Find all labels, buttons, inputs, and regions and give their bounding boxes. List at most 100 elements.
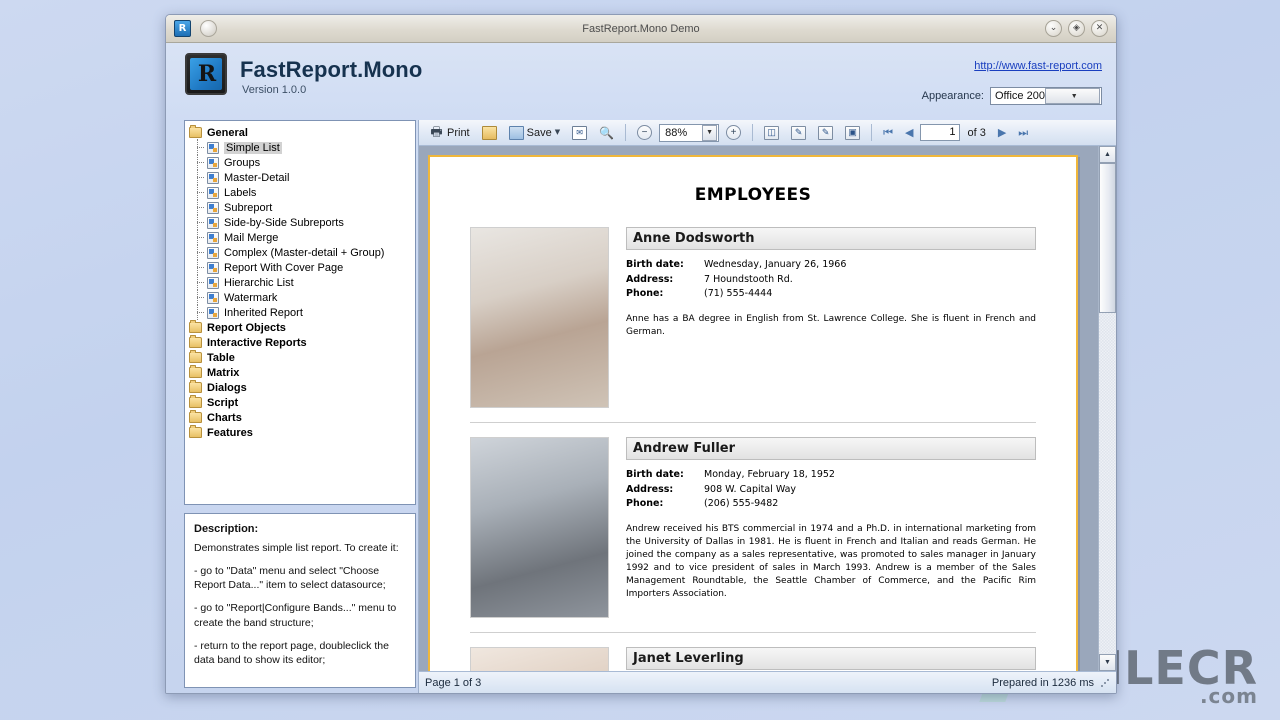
scroll-down-icon[interactable]: ▼ (1099, 654, 1116, 671)
tree-group-label: Interactive Reports (207, 336, 307, 349)
description-paragraph: - return to the report page, doubleclick… (194, 639, 389, 666)
tree-item-side-by-side-subreports[interactable]: Side-by-Side Subreports (185, 214, 415, 230)
tree-group-label: Charts (207, 411, 242, 424)
employee-notes: Andrew received his BTS commercial in 19… (626, 524, 1036, 600)
print-button[interactable]: 🖶 Print (424, 121, 475, 144)
tree-item-watermark[interactable]: Watermark (185, 289, 415, 305)
tree-item-subreport[interactable]: Subreport (185, 199, 415, 215)
toolbar-separator (871, 124, 873, 141)
scroll-up-icon[interactable]: ▲ (1099, 146, 1116, 163)
tree-item-hierarchic-list[interactable]: Hierarchic List (185, 274, 415, 290)
report-icon (207, 231, 219, 244)
photo-anne-dodsworth (470, 227, 609, 408)
save-icon (508, 125, 524, 140)
table-row: Anne Dodsworth Birth date: Wednesday, Janu… (470, 227, 1036, 423)
tree-item-master-detail[interactable]: Master-Detail (185, 169, 415, 185)
description-paragraph: - go to "Report|Configure Bands..." menu… (194, 602, 397, 629)
appearance-select[interactable]: Office 2003 ▼ (990, 87, 1102, 105)
title-bar[interactable]: R FastReport.Mono Demo ⌄ ◈ ✕ (166, 15, 1116, 43)
report-icon (207, 171, 219, 184)
birth-date-label: Birth date: (626, 259, 684, 270)
tree-group-matrix[interactable]: Matrix (185, 365, 415, 380)
folder-icon (189, 320, 202, 333)
watermark-button[interactable]: ▣ (840, 121, 865, 144)
scrollbar-thumb[interactable] (1099, 163, 1116, 313)
employee-details: Anne Dodsworth Birth date: Wednesday, Janu… (626, 227, 1036, 408)
address-value: 908 W. Capital Way (704, 483, 797, 495)
email-button[interactable]: ✉ (567, 121, 592, 144)
report-icon (207, 156, 219, 169)
tree-item-mail-merge[interactable]: Mail Merge (185, 229, 415, 245)
edit-page-button[interactable]: ✎ (813, 121, 838, 144)
window-controls: ⌄ ◈ ✕ (1045, 20, 1116, 37)
appearance-row: Appearance: Office 2003 ▼ (922, 87, 1102, 105)
save-button[interactable]: Save ▼ (504, 121, 565, 144)
preview-scroll-area: EMPLOYEES Anne Dodsworth Birth date: Wedne… (419, 146, 1116, 671)
phone-label: Phone: (626, 498, 664, 510)
open-button[interactable] (477, 121, 502, 144)
birth-date-row: Birth date: Monday, February 18, 1952 (626, 468, 1036, 483)
tree-group-features[interactable]: Features (185, 425, 415, 440)
find-button[interactable]: 🔍 (594, 121, 619, 144)
tree-item-label: Complex (Master-detail + Group) (224, 246, 385, 259)
zoom-in-button[interactable]: + (721, 121, 746, 144)
find-icon: 🔍 (599, 125, 615, 140)
resize-grip-icon[interactable] (1100, 677, 1110, 688)
employee-fields: Birth date: Monday, February 18, 1952 Addr… (626, 468, 1036, 512)
email-icon: ✉ (572, 125, 588, 140)
tree-group-label: Features (207, 426, 253, 439)
next-page-icon[interactable]: ▶ (993, 127, 1011, 138)
website-link[interactable]: http://www.fast-report.com (974, 60, 1102, 72)
outline-button[interactable]: ◫ (759, 121, 784, 144)
app-logo: R (185, 53, 227, 95)
chevron-down-icon[interactable]: ▼ (702, 124, 718, 141)
address-row: Address: 7 Houndstooth Rd. (626, 273, 1036, 288)
maximize-icon[interactable]: ◈ (1068, 20, 1085, 37)
page-count-label: of 3 (967, 126, 986, 139)
tree-item-inherited-report[interactable]: Inherited Report (185, 304, 415, 320)
minimize-icon[interactable]: ⌄ (1045, 20, 1062, 37)
toolbar-separator (625, 124, 627, 141)
photo-janet-leverling (470, 647, 609, 671)
report-icon (207, 276, 219, 289)
phone-label: Phone: (626, 288, 664, 300)
tree-group-dialogs[interactable]: Dialogs (185, 380, 415, 395)
page-setup-button[interactable]: ✎ (786, 121, 811, 144)
print-icon: 🖶 (430, 125, 443, 140)
chevron-down-icon[interactable]: ▼ (1044, 88, 1100, 104)
save-dropdown-icon[interactable]: ▼ (555, 129, 560, 136)
tree-item-label: Inherited Report (224, 306, 303, 319)
tree-group-interactive-reports[interactable]: Interactive Reports (185, 335, 415, 350)
tree-item-labels[interactable]: Labels (185, 184, 415, 200)
zoom-select[interactable]: 88% ▼ (659, 123, 720, 142)
fastreport-logo-icon: R (174, 20, 191, 37)
folder-icon (189, 410, 202, 423)
tree-group-charts[interactable]: Charts (185, 410, 415, 425)
prev-page-icon[interactable]: ◀ (900, 127, 918, 138)
first-page-icon[interactable]: ⏮ (878, 127, 898, 138)
tree-group-report-objects[interactable]: Report Objects (185, 320, 415, 335)
version-label: Version 1.0.0 (242, 84, 307, 96)
description-paragraph: Demonstrates simple list report. To crea… (194, 541, 399, 554)
scrollbar-track[interactable] (1099, 163, 1116, 654)
employee-name: Janet Leverling (626, 647, 1036, 670)
tree-item-simple-list[interactable]: Simple List (185, 139, 415, 155)
app-body: General Simple List Groups Master-Detail Lab… (166, 120, 1116, 693)
tree-group-general[interactable]: General (185, 125, 415, 140)
zoom-out-button[interactable]: − (632, 121, 657, 144)
last-page-icon[interactable]: ⏭ (1013, 127, 1033, 138)
edit-icon: ✎ (818, 125, 834, 140)
demo-tree[interactable]: General Simple List Groups Master-Detail Lab… (184, 120, 416, 505)
status-bar: Page 1 of 3 Prepared in 1236 ms (419, 671, 1116, 693)
tree-item-complex-master-detail-group[interactable]: Complex (Master-detail + Group) (185, 244, 415, 260)
window-menu-icon[interactable] (200, 20, 217, 37)
app-header: R FastReport.Mono Version 1.0.0 http://w… (166, 43, 1116, 121)
vertical-scrollbar[interactable]: ▲ ▼ (1098, 146, 1116, 671)
page-number-input[interactable]: 1 (920, 124, 961, 141)
tree-group-table[interactable]: Table (185, 350, 415, 365)
tree-item-report-with-cover-page[interactable]: Report With Cover Page (185, 259, 415, 275)
tree-item-groups[interactable]: Groups (185, 154, 415, 170)
print-label: Print (447, 126, 470, 139)
tree-group-script[interactable]: Script (185, 395, 415, 410)
close-icon[interactable]: ✕ (1091, 20, 1108, 37)
